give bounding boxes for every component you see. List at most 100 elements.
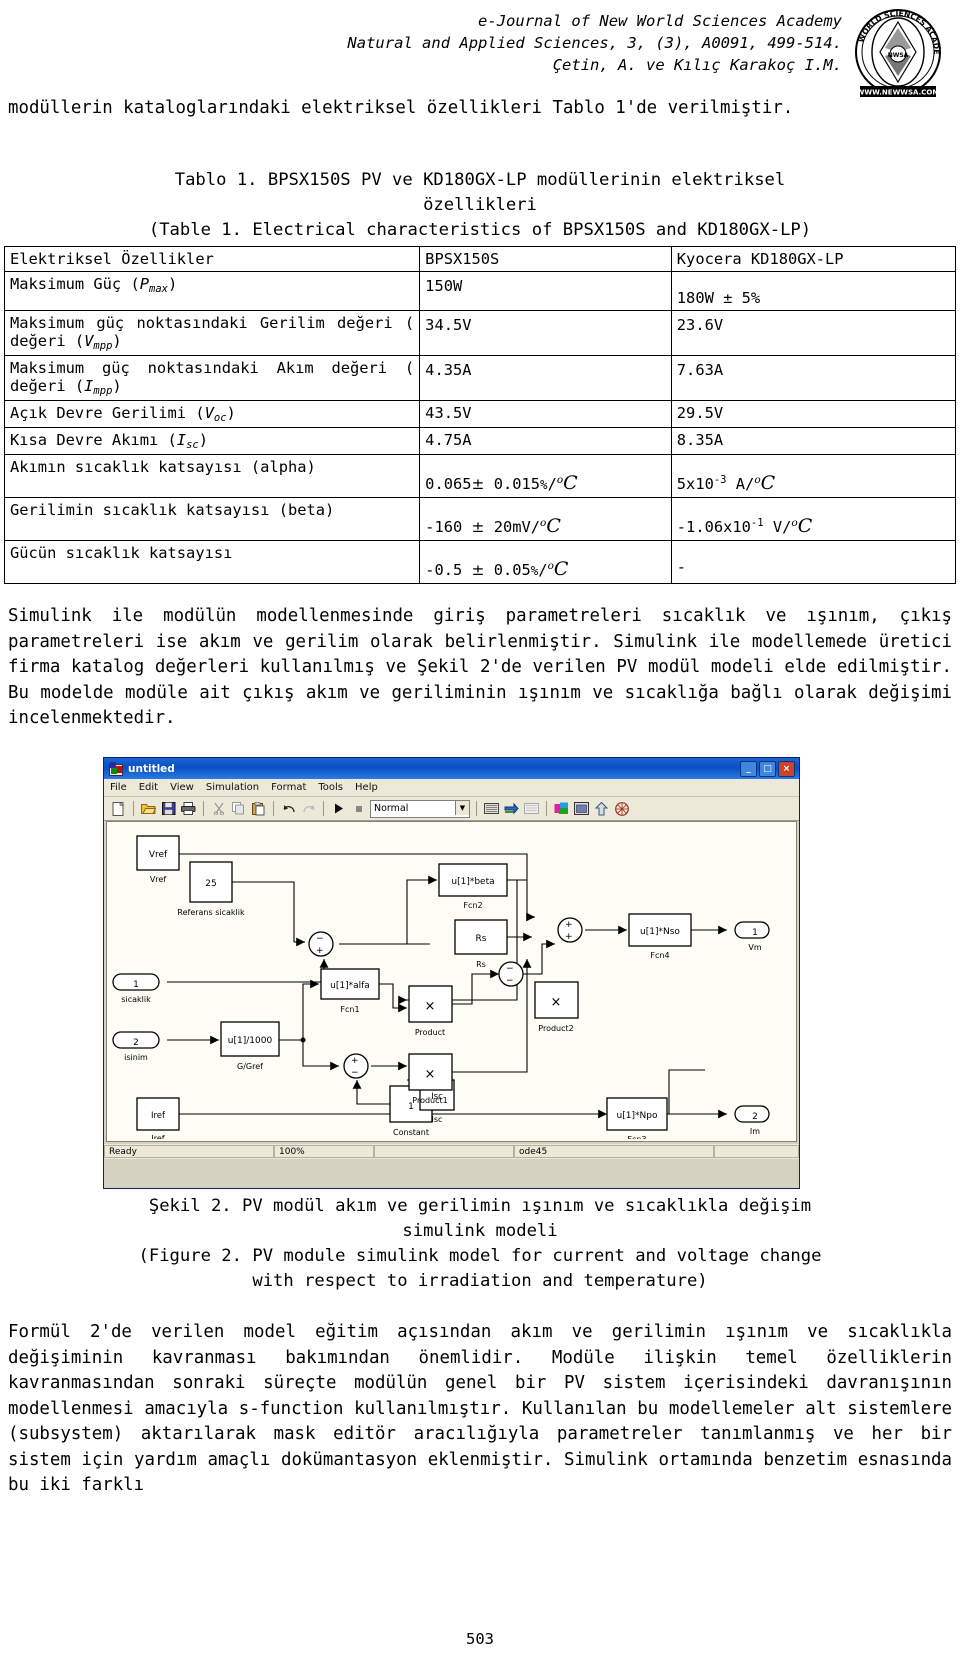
block-in1-value: 1 [133,980,139,990]
row-value-bpsx: 34.5V [419,310,672,356]
library-icon[interactable] [483,800,500,817]
table-header-row: Elektriksel Özellikler BPSX150S Kyocera … [3,246,957,272]
block-sum4[interactable]: + + [557,917,583,943]
table-header-kyocera: Kyocera KD180GX-LP [670,246,957,272]
block-fcn2[interactable]: u[1]*beta Fcn2 [438,863,508,910]
row-label-pmax: Maksimum Güç (Pmax) [3,271,421,311]
block-ref-temp-label: Referans sicaklik [177,908,245,917]
debug-icon[interactable] [523,800,540,817]
cut-icon[interactable] [210,800,227,817]
status-extra [714,1145,799,1158]
svg-text:−: − [506,964,514,974]
run-icon[interactable] [330,800,347,817]
svg-text:−: − [351,1068,359,1078]
table-header-bpsx: BPSX150S [419,246,672,272]
update-icon[interactable] [503,800,520,817]
block-fcn3[interactable]: u[1]*Npo Fcn3 [606,1097,668,1139]
block-fcn4[interactable]: u[1]*Nso Fcn4 [628,913,692,960]
simulation-mode-select[interactable]: Normal ▼ [370,799,470,818]
block-product2[interactable]: × Product2 [534,981,579,1033]
window-title-bar[interactable]: untitled _ □ × [104,758,799,779]
save-icon[interactable] [160,800,177,817]
figure-caption-line4: with respect to irradiation and temperat… [252,1271,708,1291]
menu-item-file[interactable]: File [110,782,127,793]
block-iref-value: Iref [151,1111,166,1121]
block-fcn2-label: Fcn2 [463,901,482,910]
symbol-pmax: P [139,275,150,293]
block-fcn1-value: u[1]*alfa [330,981,370,991]
status-middle [374,1145,514,1158]
svg-text:+: + [565,920,573,930]
block-output-im[interactable]: 2 Im [734,1105,770,1136]
block-reference-temperature[interactable]: 25 Referans sicaklik [177,861,245,917]
block-vref[interactable]: Vref Vref [136,835,180,884]
block-sum3[interactable]: − − [498,961,524,987]
model-canvas[interactable]: Vref Vref 25 Referans sicaklik 1 sicakli… [106,821,797,1142]
block-product-label: Product [415,1028,445,1037]
paste-icon[interactable] [250,800,267,817]
block-sum2[interactable]: + − [343,1053,369,1079]
menu-bar: File Edit View Simulation Format Tools H… [104,779,799,797]
browser-icon[interactable] [573,800,590,817]
redo-icon[interactable] [300,800,317,817]
block-in2-label: isinim [124,1053,148,1062]
block-fcn1[interactable]: u[1]*alfa Fcn1 [320,968,380,1014]
new-icon[interactable] [110,800,127,817]
table-row: Maksimum güç noktasındaki Gerilim değeri… [3,310,957,356]
up-icon[interactable] [593,800,610,817]
svg-text:+: + [316,946,324,956]
block-sum1[interactable]: − + [308,931,334,957]
undo-icon[interactable] [280,800,297,817]
block-out1-label: Vm [748,943,761,952]
open-icon[interactable] [140,800,157,817]
block-rs-label: Rs [476,960,486,969]
print-icon[interactable] [180,800,197,817]
row-value-bpsx: -0.5 ± 0.05%/oC [419,540,672,584]
block-iref[interactable]: Iref Iref [136,1097,180,1139]
symbol-voc: V [204,404,214,422]
block-fcn4-value: u[1]*Nso [640,927,680,937]
block-product1-glyph: × [425,1067,436,1082]
block-product2-glyph: × [551,995,562,1010]
help-icon[interactable] [613,800,630,817]
row-label-isc: Kısa Devre Akımı (Isc) [3,427,421,455]
row-value-bpsx: 0.065± 0.015%/oC [419,454,672,498]
block-input-isinim[interactable]: 2 isinim [112,1031,160,1062]
block-input-sicaklik[interactable]: 1 sicaklik [112,973,160,1004]
stop-icon[interactable] [350,800,367,817]
minimize-button[interactable]: _ [740,760,757,777]
row-label-power-coef: Gücün sıcaklık katsayısı [3,540,421,584]
block-product1[interactable]: × Product1 [408,1053,453,1105]
svg-text:−: − [316,934,324,944]
table-caption-line3: (Table 1. Electrical characteristics of … [148,220,812,240]
block-g-gref[interactable]: u[1]/1000 G/Gref [220,1021,280,1071]
menu-item-view[interactable]: View [170,782,194,793]
table-row: Maksimum Güç (Pmax) 150W 180W ± 5% [3,271,957,311]
block-out1-value: 1 [752,928,758,938]
journal-header: e-Journal of New World Sciences Academy … [0,1,960,97]
toolbar-separator [476,801,477,816]
model-explorer-icon[interactable] [553,800,570,817]
block-g-gref-value: u[1]/1000 [228,1036,273,1046]
row-value-bpsx: 150W [419,271,672,311]
status-solver: ode45 [514,1145,714,1158]
copy-icon[interactable] [230,800,247,817]
menu-item-tools[interactable]: Tools [318,782,343,793]
block-iref-label: Iref [151,1134,164,1139]
block-fcn3-value: u[1]*Npo [617,1111,658,1121]
document-page: e-Journal of New World Sciences Academy … [0,0,960,1674]
menu-item-edit[interactable]: Edit [139,782,158,793]
menu-item-format[interactable]: Format [271,782,306,793]
block-product2-label: Product2 [538,1024,573,1033]
block-product[interactable]: × Product [408,985,453,1037]
close-button[interactable]: × [778,760,795,777]
block-output-vm[interactable]: 1 Vm [734,921,770,952]
menu-item-simulation[interactable]: Simulation [206,782,259,793]
chevron-down-icon[interactable]: ▼ [455,800,469,815]
simulink-window: untitled _ □ × File Edit View Simulation… [103,757,800,1189]
block-rs[interactable]: Rs Rs [454,919,508,969]
maximize-button[interactable]: □ [759,760,776,777]
menu-item-help[interactable]: Help [355,782,378,793]
intro-paragraph: modüllerin kataloglarındaki elektriksel … [8,98,794,118]
status-zoom: 100% [274,1145,374,1158]
